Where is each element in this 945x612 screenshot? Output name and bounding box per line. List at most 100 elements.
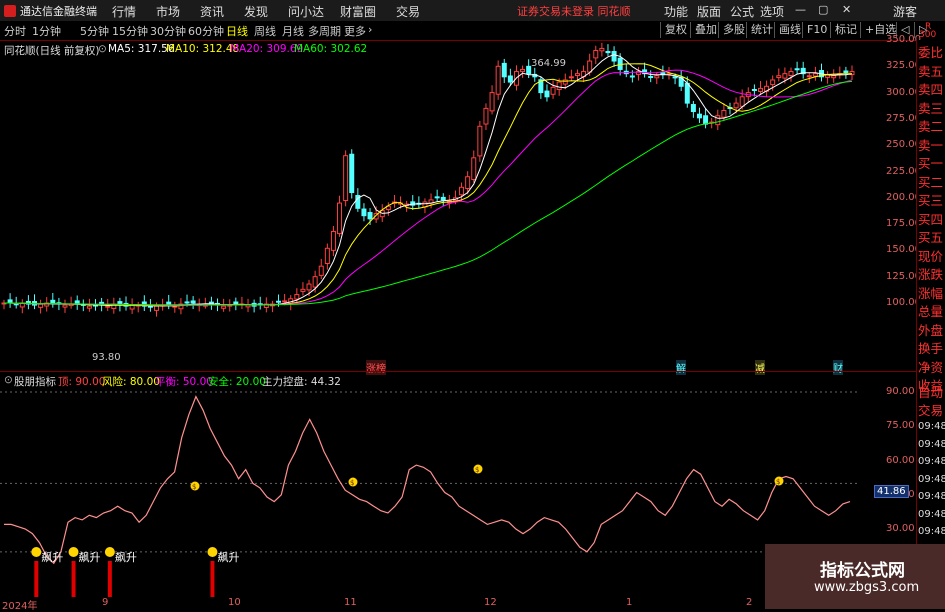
candlestick-chart[interactable] (0, 40, 860, 370)
candle (166, 294, 172, 310)
current-indicator-value: 41.86 (874, 485, 909, 498)
panel-item[interactable]: 买五 (918, 230, 943, 245)
x-label-sep: 9 (102, 597, 109, 608)
menu-market[interactable]: 市场 (156, 3, 180, 20)
more-chevron-icon[interactable]: › (368, 23, 372, 36)
panel-item[interactable]: 净资 (918, 360, 943, 375)
menu-discover[interactable]: 发现 (244, 3, 268, 20)
panel-item[interactable]: 买四 (918, 212, 943, 227)
period-30min[interactable]: 30分钟 (150, 23, 186, 39)
period-5min[interactable]: 5分钟 (80, 23, 109, 39)
f10-button[interactable]: F10 (802, 22, 831, 38)
time-entry: 09:48 (918, 456, 945, 467)
panel-item[interactable]: 涨幅 (918, 286, 943, 301)
menu-ask[interactable]: 问小达 (288, 3, 324, 20)
candle (593, 45, 599, 64)
period-weekly[interactable]: 周线 (254, 23, 276, 39)
period-more[interactable]: 更多 (344, 23, 366, 39)
x-label-feb: 2 (746, 597, 753, 608)
candle (80, 299, 86, 312)
candle (7, 293, 13, 308)
candle (831, 69, 837, 83)
panel-item[interactable]: 卖一 (918, 138, 943, 153)
buy-signal: 飙升 (104, 547, 137, 597)
candle (483, 103, 489, 131)
candle (251, 299, 257, 313)
multi-stock-button[interactable]: 多股 (718, 22, 749, 38)
indicator-toggle-icon[interactable]: ⊙ (4, 374, 13, 386)
mark-button[interactable]: 标记 (830, 22, 861, 38)
maximize-icon[interactable]: ▢ (818, 3, 828, 16)
adjust-button[interactable]: 复权 (660, 22, 691, 38)
panel-item[interactable]: 卖三 (918, 101, 943, 116)
overlay-button[interactable]: 叠加 (690, 22, 721, 38)
draw-line-button[interactable]: 画线 (774, 22, 805, 38)
login-notice[interactable]: 证券交易未登录 同花顺 (517, 3, 631, 19)
panel-item[interactable]: 买二 (918, 175, 943, 190)
panel-item[interactable]: 卖四 (918, 82, 943, 97)
candle (123, 296, 129, 311)
stats-button[interactable]: 统计 (746, 22, 777, 38)
panel-item[interactable]: 自动 (918, 385, 943, 400)
candle (178, 298, 184, 315)
candle (581, 65, 587, 83)
guest-login[interactable]: 游客 (893, 3, 917, 20)
period-intraday[interactable]: 分时 (4, 23, 26, 39)
event-tag-unlock[interactable]: 解 (676, 360, 686, 375)
panel-item[interactable]: 买一 (918, 156, 943, 171)
panel-item[interactable]: 交易 (918, 403, 943, 418)
period-multi[interactable]: 多周期 (308, 23, 341, 39)
x-label-year: 2024年 (2, 601, 38, 612)
panel-code: 300 (919, 30, 937, 40)
candle (495, 60, 501, 100)
sub-y-tick: 75.00 (886, 420, 915, 432)
candle (550, 80, 556, 99)
ma20-line (4, 69, 853, 306)
candle (837, 66, 843, 79)
candle (141, 295, 147, 311)
period-1min[interactable]: 1分钟 (32, 23, 61, 39)
candle (13, 296, 19, 309)
panel-item[interactable]: 换手 (918, 341, 943, 356)
candle (1, 299, 7, 310)
menu-function[interactable]: 功能 (664, 3, 688, 20)
event-tag-finance[interactable]: 财 (833, 360, 843, 375)
ma10-line (4, 63, 852, 307)
event-tag-rank[interactable]: 涨榜 (366, 360, 386, 375)
ma5-line (4, 54, 853, 307)
signal-label: 飙升 (41, 550, 63, 564)
panel-item[interactable]: 外盘 (918, 323, 943, 338)
candle (788, 67, 794, 82)
panel-item[interactable]: 卖二 (918, 119, 943, 134)
menu-options[interactable]: 选项 (760, 3, 784, 20)
period-monthly[interactable]: 月线 (282, 23, 304, 39)
menu-trade[interactable]: 交易 (396, 3, 420, 20)
menu-quotes[interactable]: 行情 (112, 3, 136, 20)
buy-signal: 飙升 (207, 547, 239, 597)
svg-text:$: $ (192, 483, 196, 491)
money-bag-icon: $ (774, 476, 784, 486)
pane-divider (0, 371, 916, 372)
period-60min[interactable]: 60分钟 (188, 23, 224, 39)
panel-item[interactable]: 卖五 (918, 64, 943, 79)
minimize-icon[interactable]: — (795, 3, 806, 16)
candle (520, 65, 526, 78)
menu-formula[interactable]: 公式 (730, 3, 754, 20)
period-daily[interactable]: 日线 (226, 23, 248, 39)
panel-item[interactable]: 买三 (918, 193, 943, 208)
panel-item[interactable]: 委比 (918, 45, 943, 60)
candle (477, 120, 483, 162)
close-icon[interactable]: ✕ (842, 3, 851, 16)
candle (343, 150, 349, 207)
menu-news[interactable]: 资讯 (200, 3, 224, 20)
event-tag-reduce[interactable]: 减 (755, 360, 765, 375)
menu-layout[interactable]: 版面 (697, 3, 721, 20)
candle (62, 299, 68, 313)
menu-wealth[interactable]: 财富圈 (340, 3, 376, 20)
candle (648, 70, 654, 83)
period-15min[interactable]: 15分钟 (112, 23, 148, 39)
panel-item[interactable]: 现价 (918, 249, 943, 264)
panel-item[interactable]: 总量 (918, 304, 943, 319)
panel-item[interactable]: 涨跌 (918, 267, 943, 282)
indicator-chart[interactable]: 飙升 飙升 飙升 飙升$ $$$ (0, 387, 860, 597)
